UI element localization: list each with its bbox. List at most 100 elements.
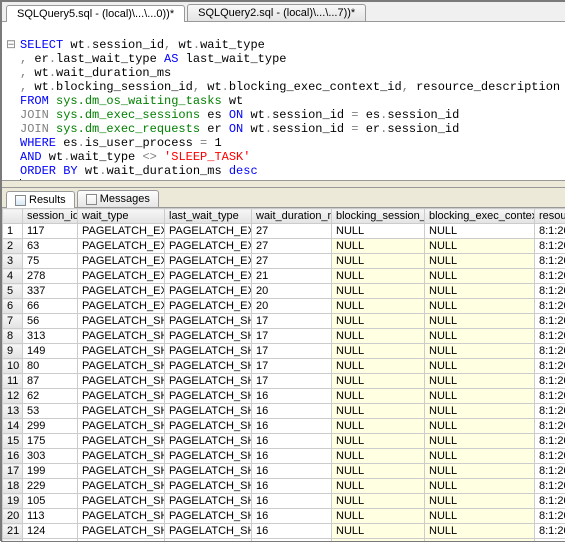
grid-cell[interactable]: NULL bbox=[332, 419, 425, 434]
grid-cell[interactable]: PAGELATCH_SH bbox=[165, 449, 252, 464]
row-number-cell[interactable]: 15 bbox=[3, 434, 23, 449]
grid-cell[interactable]: NULL bbox=[425, 344, 535, 359]
grid-cell[interactable]: 17 bbox=[252, 314, 332, 329]
table-row[interactable]: 17199PAGELATCH_SHPAGELATCH_SH16NULLNULL8… bbox=[3, 464, 565, 479]
grid-cell[interactable]: 56 bbox=[23, 314, 78, 329]
editor-tab-active[interactable]: SQLQuery5.sql - (local)\...\...0))* bbox=[6, 5, 185, 22]
grid-cell[interactable]: NULL bbox=[425, 479, 535, 494]
col-blocking-session-id[interactable]: blocking_session_id bbox=[332, 209, 425, 224]
grid-cell[interactable]: NULL bbox=[332, 239, 425, 254]
grid-cell[interactable]: 16 bbox=[252, 389, 332, 404]
sql-editor[interactable]: ⊟SELECT wt.session_id, wt.wait_type , er… bbox=[2, 22, 565, 180]
grid-cell[interactable]: 8:1:20354 bbox=[535, 389, 565, 404]
grid-cell[interactable]: 27 bbox=[252, 254, 332, 269]
row-number-cell[interactable]: 14 bbox=[3, 419, 23, 434]
grid-cell[interactable]: NULL bbox=[332, 434, 425, 449]
grid-cell[interactable]: 8:1:20354 bbox=[535, 284, 565, 299]
grid-cell[interactable]: PAGELATCH_EX bbox=[78, 239, 165, 254]
grid-cell[interactable]: 66 bbox=[23, 299, 78, 314]
grid-cell[interactable]: NULL bbox=[332, 284, 425, 299]
grid-cell[interactable]: PAGELATCH_EX bbox=[165, 254, 252, 269]
grid-cell[interactable]: PAGELATCH_EX bbox=[78, 269, 165, 284]
table-row[interactable]: 21124PAGELATCH_SHPAGELATCH_SH16NULLNULL8… bbox=[3, 524, 565, 539]
col-wait-duration-ms[interactable]: wait_duration_ms bbox=[252, 209, 332, 224]
grid-cell[interactable]: NULL bbox=[425, 329, 535, 344]
grid-cell[interactable]: PAGELATCH_SH bbox=[165, 374, 252, 389]
grid-cell[interactable]: NULL bbox=[425, 224, 535, 239]
col-last-wait-type[interactable]: last_wait_type bbox=[165, 209, 252, 224]
grid-cell[interactable]: PAGELATCH_SH bbox=[165, 434, 252, 449]
row-number-cell[interactable]: 5 bbox=[3, 284, 23, 299]
grid-cell[interactable]: 75 bbox=[23, 254, 78, 269]
grid-cell[interactable]: NULL bbox=[425, 374, 535, 389]
table-row[interactable]: 666PAGELATCH_EXPAGELATCH_EX20NULLNULL8:1… bbox=[3, 299, 565, 314]
table-row[interactable]: 8313PAGELATCH_SHPAGELATCH_SH17NULLNULL8:… bbox=[3, 329, 565, 344]
grid-cell[interactable]: NULL bbox=[425, 434, 535, 449]
grid-cell[interactable]: PAGELATCH_SH bbox=[165, 329, 252, 344]
table-row[interactable]: 1080PAGELATCH_SHPAGELATCH_SH17NULLNULL8:… bbox=[3, 359, 565, 374]
table-row[interactable]: 16303PAGELATCH_SHPAGELATCH_SH16NULLNULL8… bbox=[3, 449, 565, 464]
grid-cell[interactable]: 62 bbox=[23, 389, 78, 404]
grid-cell[interactable]: NULL bbox=[425, 269, 535, 284]
table-row[interactable]: 5337PAGELATCH_EXPAGELATCH_EX20NULLNULL8:… bbox=[3, 284, 565, 299]
col-blocking-exec-context-id[interactable]: blocking_exec_context_id bbox=[425, 209, 535, 224]
row-number-cell[interactable]: 6 bbox=[3, 299, 23, 314]
grid-cell[interactable]: 8:1:20354 bbox=[535, 239, 565, 254]
grid-cell[interactable]: 17 bbox=[252, 344, 332, 359]
grid-cell[interactable]: 27 bbox=[252, 224, 332, 239]
grid-cell[interactable]: NULL bbox=[425, 254, 535, 269]
grid-cell[interactable]: 8:1:20354 bbox=[535, 299, 565, 314]
outline-collapse-icon[interactable]: ⊟ bbox=[2, 38, 20, 52]
row-number-cell[interactable]: 16 bbox=[3, 449, 23, 464]
grid-cell[interactable]: 63 bbox=[23, 239, 78, 254]
grid-cell[interactable]: 21 bbox=[252, 269, 332, 284]
grid-cell[interactable]: PAGELATCH_SH bbox=[165, 479, 252, 494]
row-number-cell[interactable]: 18 bbox=[3, 479, 23, 494]
grid-cell[interactable]: 313 bbox=[23, 329, 78, 344]
grid-cell[interactable]: PAGELATCH_EX bbox=[165, 299, 252, 314]
grid-cell[interactable]: PAGELATCH_SH bbox=[78, 314, 165, 329]
grid-cell[interactable]: 16 bbox=[252, 464, 332, 479]
grid-cell[interactable]: NULL bbox=[332, 449, 425, 464]
grid-cell[interactable]: NULL bbox=[332, 359, 425, 374]
col-session-id[interactable]: session_id bbox=[23, 209, 78, 224]
grid-cell[interactable]: 8:1:20354 bbox=[535, 314, 565, 329]
grid-cell[interactable]: NULL bbox=[332, 254, 425, 269]
grid-cell[interactable]: PAGELATCH_EX bbox=[165, 224, 252, 239]
grid-cell[interactable]: 87 bbox=[23, 374, 78, 389]
grid-cell[interactable]: PAGELATCH_SH bbox=[165, 389, 252, 404]
grid-cell[interactable]: 199 bbox=[23, 464, 78, 479]
grid-cell[interactable]: 337 bbox=[23, 284, 78, 299]
grid-cell[interactable]: 8:1:20354 bbox=[535, 524, 565, 539]
table-row[interactable]: 1353PAGELATCH_SHPAGELATCH_SH16NULLNULL8:… bbox=[3, 404, 565, 419]
table-row[interactable]: 18229PAGELATCH_SHPAGELATCH_SH16NULLNULL8… bbox=[3, 479, 565, 494]
grid-cell[interactable]: 16 bbox=[252, 509, 332, 524]
grid-cell[interactable]: PAGELATCH_SH bbox=[78, 464, 165, 479]
grid-cell[interactable]: PAGELATCH_SH bbox=[165, 464, 252, 479]
grid-cell[interactable]: NULL bbox=[332, 509, 425, 524]
table-row[interactable]: 1187PAGELATCH_SHPAGELATCH_SH17NULLNULL8:… bbox=[3, 374, 565, 389]
grid-cell[interactable]: PAGELATCH_SH bbox=[78, 419, 165, 434]
grid-cell[interactable]: 8:1:20354 bbox=[535, 479, 565, 494]
grid-cell[interactable]: PAGELATCH_EX bbox=[165, 269, 252, 284]
row-number-cell[interactable]: 12 bbox=[3, 389, 23, 404]
grid-cell[interactable]: PAGELATCH_EX bbox=[165, 239, 252, 254]
grid-cell[interactable]: PAGELATCH_EX bbox=[78, 284, 165, 299]
grid-cell[interactable]: 16 bbox=[252, 434, 332, 449]
grid-cell[interactable]: 8:1:20354 bbox=[535, 374, 565, 389]
grid-cell[interactable]: 175 bbox=[23, 434, 78, 449]
grid-cell[interactable]: PAGELATCH_SH bbox=[165, 404, 252, 419]
grid-cell[interactable]: NULL bbox=[332, 299, 425, 314]
grid-cell[interactable]: NULL bbox=[425, 314, 535, 329]
table-row[interactable]: 20113PAGELATCH_SHPAGELATCH_SH16NULLNULL8… bbox=[3, 509, 565, 524]
grid-cell[interactable]: 53 bbox=[23, 404, 78, 419]
col-wait-type[interactable]: wait_type bbox=[78, 209, 165, 224]
grid-cell[interactable]: 278 bbox=[23, 269, 78, 284]
grid-cell[interactable]: NULL bbox=[332, 269, 425, 284]
grid-cell[interactable]: PAGELATCH_SH bbox=[78, 479, 165, 494]
grid-cell[interactable]: NULL bbox=[332, 344, 425, 359]
grid-cell[interactable]: 20 bbox=[252, 299, 332, 314]
grid-cell[interactable]: 8:1:20354 bbox=[535, 359, 565, 374]
row-number-cell[interactable]: 21 bbox=[3, 524, 23, 539]
grid-cell[interactable]: NULL bbox=[332, 464, 425, 479]
